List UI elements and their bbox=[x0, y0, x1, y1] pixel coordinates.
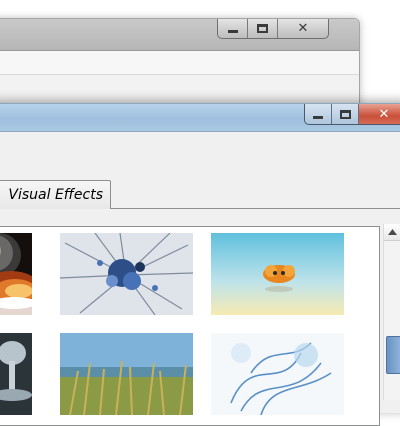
maximize-button[interactable] bbox=[332, 104, 359, 124]
thumbnail-abstract-blue-splash[interactable] bbox=[60, 233, 193, 315]
close-button[interactable]: ✕ bbox=[278, 19, 328, 38]
tab-label: Visual Effects bbox=[8, 187, 103, 203]
water-splash-image bbox=[0, 333, 32, 415]
thumbnail-blue-jellyfish[interactable] bbox=[211, 333, 344, 415]
maximize-icon bbox=[257, 24, 268, 33]
visual-effects-window[interactable]: ✕ Visual Effects bbox=[0, 103, 400, 426]
background-window-toolbar bbox=[0, 51, 359, 75]
orange-fish-image bbox=[211, 233, 344, 315]
jellyfish-image bbox=[211, 333, 344, 415]
wallpaper-list[interactable] bbox=[0, 226, 380, 426]
thumbnail-orange-fish[interactable] bbox=[211, 233, 344, 315]
scrollbar-thumb[interactable] bbox=[386, 336, 400, 374]
abstract-splash-image bbox=[60, 233, 193, 315]
vertical-scrollbar[interactable] bbox=[383, 224, 400, 400]
close-icon: ✕ bbox=[297, 21, 309, 36]
minimize-icon bbox=[313, 115, 323, 119]
close-button[interactable]: ✕ bbox=[359, 104, 400, 124]
scroll-up-button[interactable] bbox=[384, 224, 400, 241]
thumbnail-beach-grass[interactable] bbox=[60, 333, 193, 415]
minimize-icon bbox=[227, 30, 238, 33]
tab-strip: Visual Effects bbox=[0, 132, 400, 209]
thumbnail-water-splash[interactable] bbox=[0, 333, 32, 415]
scroll-up-arrow-icon bbox=[388, 229, 397, 235]
tab-visual-effects[interactable]: Visual Effects bbox=[0, 180, 111, 209]
planet-explosion-image bbox=[0, 233, 32, 315]
background-window-controls: ✕ bbox=[217, 19, 329, 39]
maximize-button[interactable] bbox=[248, 19, 278, 38]
maximize-icon bbox=[339, 109, 351, 119]
beach-grass-image bbox=[60, 333, 193, 415]
minimize-button[interactable] bbox=[218, 19, 248, 38]
window-controls: ✕ bbox=[304, 104, 400, 125]
minimize-button[interactable] bbox=[305, 104, 332, 124]
thumbnail-planet-explosion[interactable] bbox=[0, 233, 32, 315]
close-icon: ✕ bbox=[378, 106, 390, 122]
